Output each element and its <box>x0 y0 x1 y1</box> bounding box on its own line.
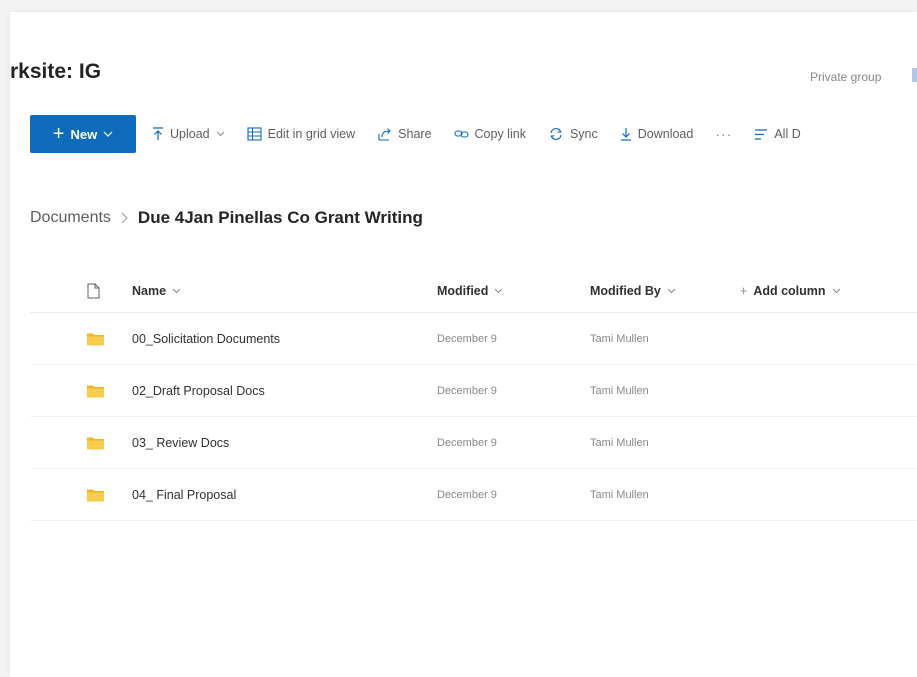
upload-button[interactable]: Upload <box>152 127 225 141</box>
group-privacy-label: Private group <box>810 70 882 84</box>
column-header-modified-by-label: Modified By <box>590 284 661 298</box>
link-icon <box>453 130 469 138</box>
folder-name-link[interactable]: 03_ Review Docs <box>132 436 229 450</box>
copy-link-label: Copy link <box>474 127 526 141</box>
column-header-name-label: Name <box>132 284 167 298</box>
share-icon <box>378 128 391 141</box>
breadcrumb: Documents Due 4Jan Pinellas Co Grant Wri… <box>30 208 423 228</box>
chevron-right-icon <box>121 212 128 224</box>
file-list: Name Modified Modified By + Add column 0… <box>30 270 917 521</box>
folder-icon <box>87 488 104 501</box>
column-header-name[interactable]: Name <box>132 284 181 298</box>
new-button-label: New <box>70 126 98 142</box>
plus-icon: + <box>740 284 748 298</box>
download-label: Download <box>637 127 694 141</box>
folder-icon <box>87 332 104 345</box>
modified-by-user[interactable]: Tami Mullen <box>590 385 649 397</box>
edit-grid-view-button[interactable]: Edit in grid view <box>247 127 356 141</box>
sync-icon <box>550 128 562 140</box>
breadcrumb-documents[interactable]: Documents <box>30 209 111 227</box>
all-documents-label: All D <box>774 127 801 141</box>
share-label: Share <box>398 127 432 141</box>
folder-name-link[interactable]: 04_ Final Proposal <box>132 488 236 502</box>
site-title[interactable]: rksite: IG <box>10 60 101 84</box>
modified-by-user[interactable]: Tami Mullen <box>590 437 649 449</box>
more-options-button[interactable]: ··· <box>715 126 732 142</box>
chevron-down-icon <box>495 288 503 294</box>
modified-date: December 9 <box>437 488 497 501</box>
edit-grid-view-label: Edit in grid view <box>267 127 356 141</box>
modified-date: December 9 <box>437 436 497 449</box>
table-row[interactable]: 03_ Review Docs December 9 Tami Mullen <box>30 417 917 469</box>
download-icon <box>620 128 631 141</box>
file-type-icon[interactable] <box>87 283 100 299</box>
download-button[interactable]: Download <box>620 127 694 141</box>
new-button[interactable]: + New <box>30 115 136 153</box>
document-library-panel: rksite: IG Private group + New Upload Ed… <box>10 12 917 677</box>
table-row[interactable]: 04_ Final Proposal December 9 Tami Mulle… <box>30 469 917 521</box>
file-list-header: Name Modified Modified By + Add column <box>30 270 917 313</box>
all-documents-view-button[interactable]: All D <box>754 127 801 141</box>
upload-icon <box>153 127 163 140</box>
folder-name-link[interactable]: 00_Solicitation Documents <box>132 332 280 346</box>
chevron-down-icon <box>172 288 181 294</box>
add-column-button[interactable]: + Add column <box>740 284 841 298</box>
command-bar: + New Upload Edit in grid view Share Cop… <box>30 115 917 153</box>
column-header-modified-label: Modified <box>437 284 489 298</box>
chevron-down-icon <box>832 288 840 294</box>
column-header-modified[interactable]: Modified <box>437 284 503 298</box>
table-row[interactable]: 02_Draft Proposal Docs December 9 Tami M… <box>30 365 917 417</box>
breadcrumb-current-folder[interactable]: Due 4Jan Pinellas Co Grant Writing <box>138 208 423 228</box>
chevron-down-icon <box>667 288 676 294</box>
folder-icon <box>87 436 104 449</box>
modified-by-user[interactable]: Tami Mullen <box>590 489 649 501</box>
chevron-down-icon <box>216 131 224 137</box>
sync-label: Sync <box>569 127 598 141</box>
column-header-modified-by[interactable]: Modified By <box>590 284 676 298</box>
sync-button[interactable]: Sync <box>548 127 598 141</box>
add-column-label: Add column <box>753 284 826 298</box>
share-button[interactable]: Share <box>377 127 432 141</box>
folder-name-link[interactable]: 02_Draft Proposal Docs <box>132 384 265 398</box>
view-options-icon <box>755 128 768 140</box>
grid-view-icon <box>247 127 262 141</box>
folder-icon <box>87 384 104 397</box>
modified-date: December 9 <box>437 332 497 345</box>
copy-link-button[interactable]: Copy link <box>453 127 526 141</box>
table-row[interactable]: 00_Solicitation Documents December 9 Tam… <box>30 313 917 365</box>
group-extra-icon[interactable] <box>912 68 917 82</box>
plus-icon: + <box>52 123 65 145</box>
upload-label: Upload <box>170 127 210 141</box>
modified-date: December 9 <box>437 384 497 397</box>
chevron-down-icon <box>103 131 113 137</box>
modified-by-user[interactable]: Tami Mullen <box>590 333 649 345</box>
